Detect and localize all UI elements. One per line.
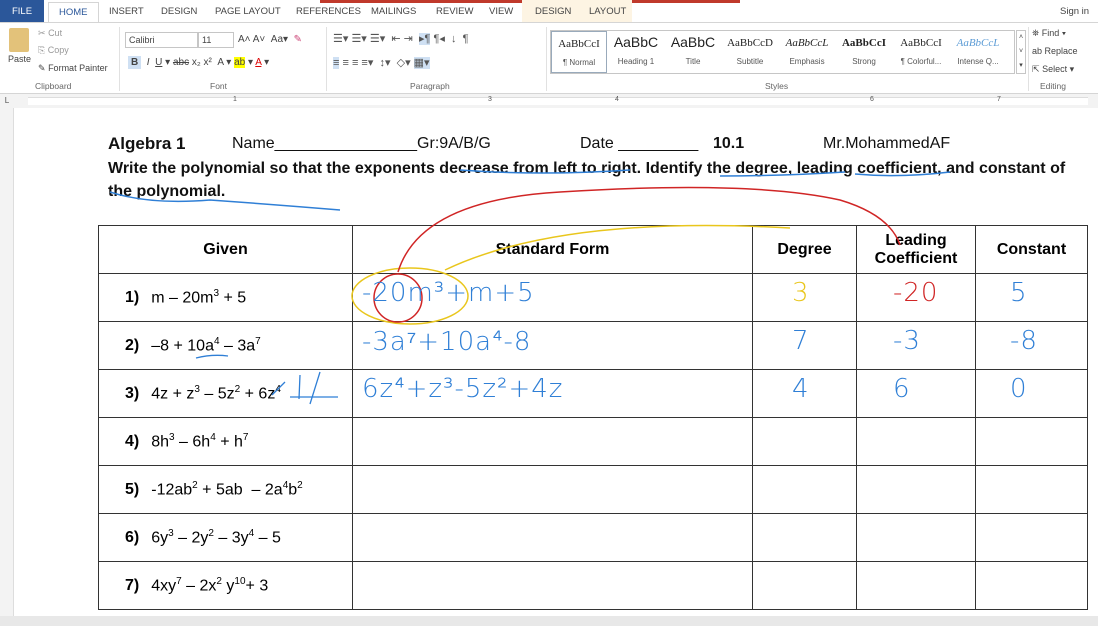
handwritten-leading: -20 xyxy=(893,278,939,308)
handwritten-constant: 0 xyxy=(1010,374,1028,404)
handwritten-standard: -3a⁷+10a⁴-8 xyxy=(362,327,532,357)
status-area xyxy=(0,616,1098,626)
handwritten-degree: 7 xyxy=(792,326,810,356)
handwritten-constant: -8 xyxy=(1010,326,1038,356)
handwritten-standard: 6z⁴+z³-5z²+4z xyxy=(362,374,564,404)
underline-stroke xyxy=(195,354,229,359)
handwritten-degree: 4 xyxy=(792,374,810,404)
handwritten-constant: 5 xyxy=(1010,278,1028,308)
crossout-strokes xyxy=(271,371,338,405)
handwritten-annotations xyxy=(109,169,951,405)
yellow-arrow xyxy=(444,224,791,271)
handwritten-standard: -20m³+m+5 xyxy=(362,278,535,308)
red-arrow xyxy=(397,186,901,273)
underline-strokes xyxy=(109,169,951,211)
handwritten-leading: 6 xyxy=(893,374,911,404)
handwritten-degree: 3 xyxy=(792,278,810,308)
handwritten-leading: -3 xyxy=(893,326,921,356)
